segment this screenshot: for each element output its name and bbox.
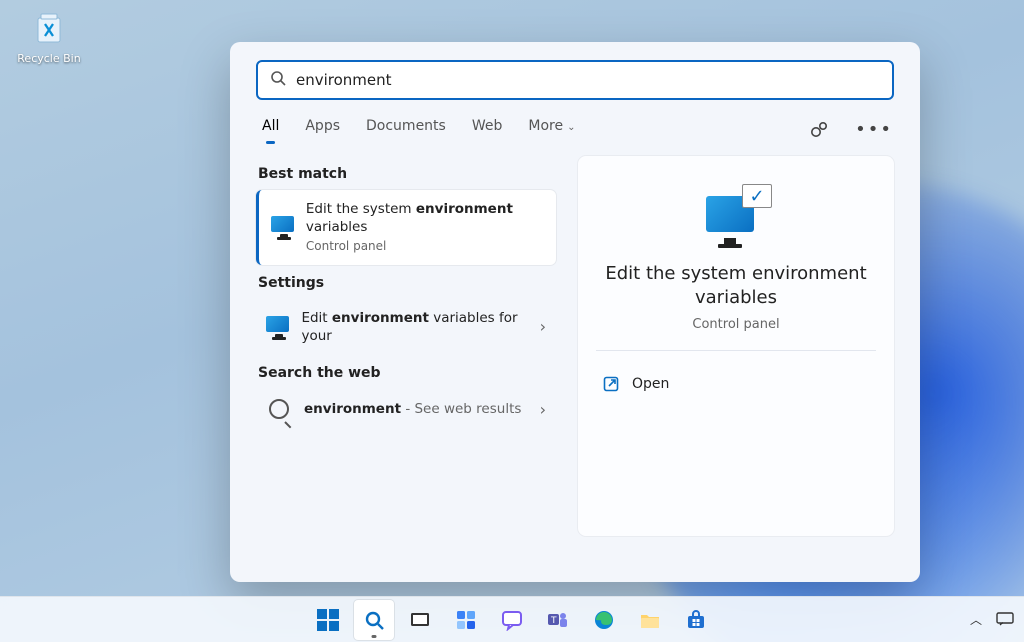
taskbar-start[interactable] [308,600,348,640]
taskbar-search[interactable] [354,600,394,640]
taskbar-task-view[interactable] [400,600,440,640]
chevron-right-icon: › [540,400,546,419]
result-web-item[interactable]: environment - See web results › [256,389,556,429]
folder-icon [639,609,661,631]
chevron-right-icon: › [540,317,546,336]
recycle-bin-label: Recycle Bin [14,52,84,65]
results-column: Best match Edit the system environment v… [256,150,556,572]
monitor-icon [271,216,294,238]
tab-documents[interactable]: Documents [366,114,446,144]
monitor-icon [266,316,289,338]
recycle-bin-icon [27,6,71,50]
search-icon [266,399,292,419]
store-icon [685,609,707,631]
divider [596,350,876,351]
section-settings: Settings [258,275,554,291]
result-text: Edit the system environment variables Co… [306,200,546,255]
taskbar-explorer[interactable] [630,600,670,640]
tray-chevron-up-icon[interactable]: ︿ [970,611,982,628]
taskbar-teams[interactable]: T [538,600,578,640]
chat-icon [501,609,523,631]
task-view-icon [409,609,431,631]
taskbar-store[interactable] [676,600,716,640]
widgets-icon [455,609,477,631]
preview-app-icon: ✓ [700,184,772,248]
tab-web[interactable]: Web [472,114,503,144]
preview-subtitle: Control panel [600,317,872,332]
more-options-button[interactable]: ••• [860,115,888,143]
preview-open-action[interactable]: Open [600,369,872,399]
search-icon [270,70,286,90]
preview-title: Edit the system environment variables [600,262,872,311]
tab-apps[interactable]: Apps [305,114,340,144]
preview-pane: ✓ Edit the system environment variables … [578,156,894,536]
search-tabs: All Apps Documents Web More⌄ ••• [256,100,894,144]
open-icon [602,375,620,393]
search-box[interactable] [256,60,894,100]
taskbar: T [0,596,1024,642]
search-flyout: All Apps Documents Web More⌄ ••• Best ma… [230,42,920,582]
search-input[interactable] [296,71,880,89]
tab-all[interactable]: All [262,114,279,144]
result-text: Edit environment variables for your [301,309,527,345]
result-text: environment - See web results [304,400,521,418]
search-icon [363,609,385,631]
tab-more[interactable]: More⌄ [528,114,575,144]
open-label: Open [632,376,669,392]
taskbar-chat[interactable] [492,600,532,640]
section-best-match: Best match [258,166,554,182]
windows-logo-icon [317,609,339,631]
result-best-match[interactable]: Edit the system environment variables Co… [256,190,556,265]
edge-icon [593,609,615,631]
result-settings-item[interactable]: Edit environment variables for your › [256,299,556,355]
taskbar-edge[interactable] [584,600,624,640]
tray-notifications-icon[interactable] [996,612,1014,626]
system-tray[interactable]: ︿ [970,596,1014,642]
chevron-down-icon: ⌄ [567,122,575,133]
svg-text:T: T [550,616,557,626]
search-scope-button[interactable] [806,115,834,143]
desktop-icon-recycle-bin[interactable]: Recycle Bin [14,6,84,65]
section-search-web: Search the web [258,365,554,381]
teams-icon: T [547,609,569,631]
taskbar-widgets[interactable] [446,600,486,640]
